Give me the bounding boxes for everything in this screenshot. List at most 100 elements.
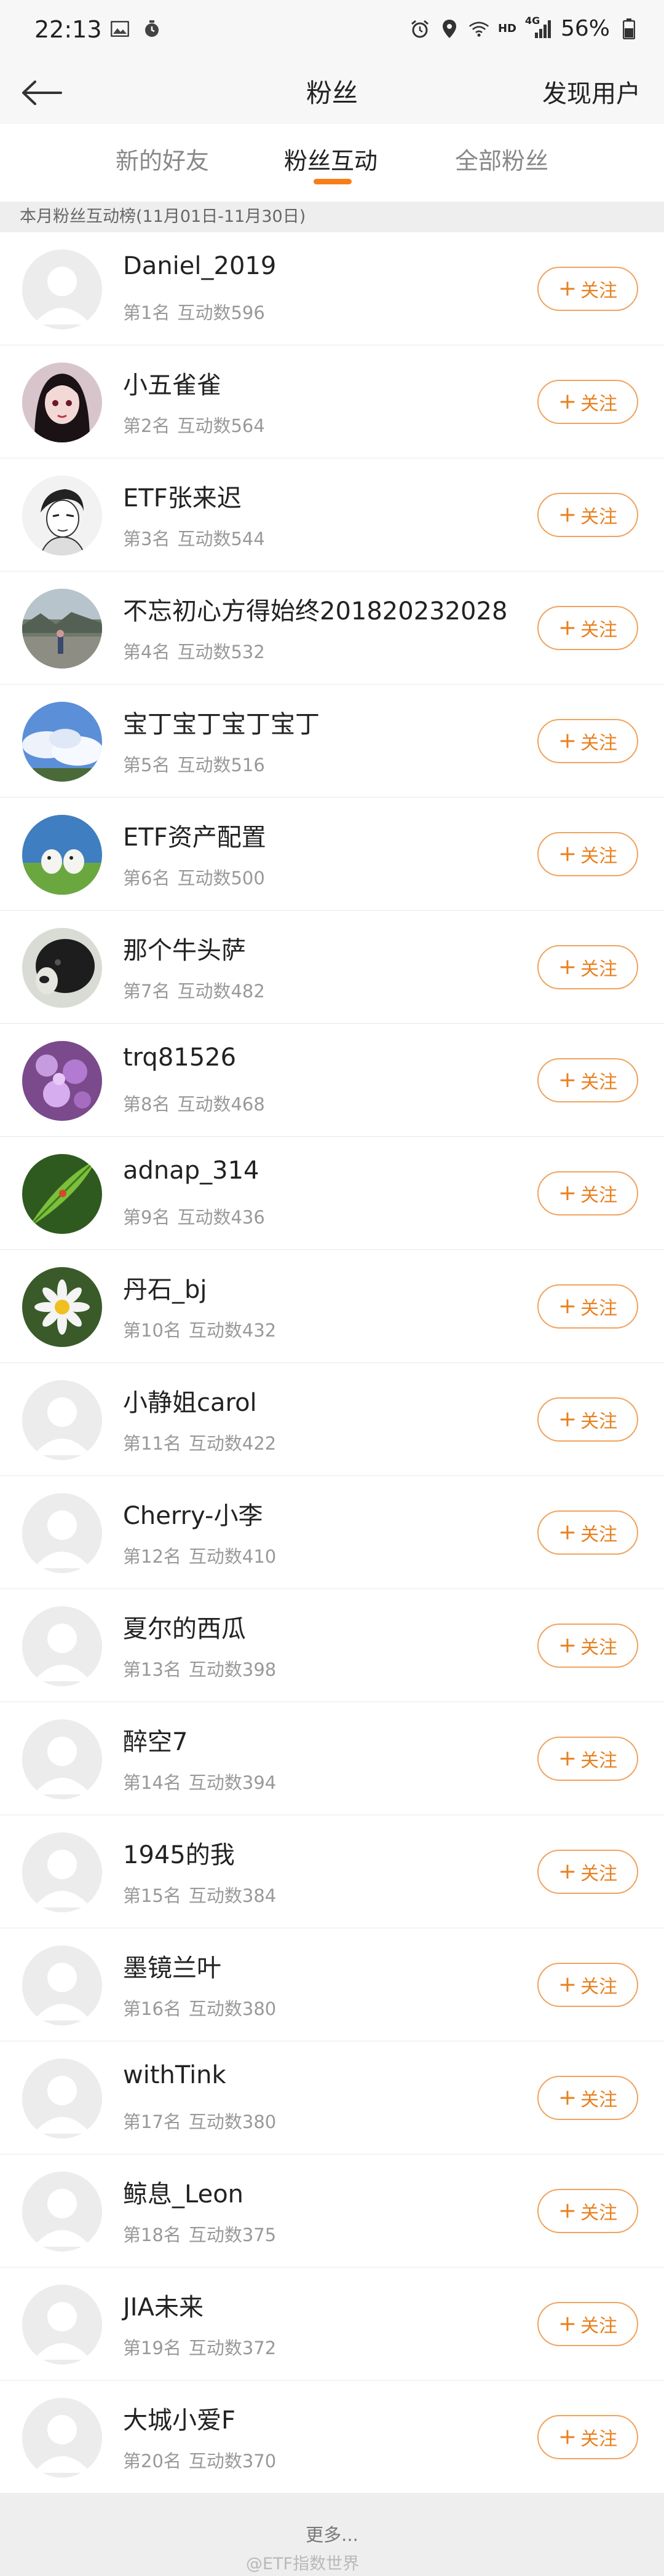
fan-name[interactable]: trq81526 bbox=[123, 1043, 236, 1072]
follow-button[interactable]: + 关注 bbox=[537, 606, 638, 650]
avatar[interactable] bbox=[22, 1606, 102, 1686]
avatar[interactable] bbox=[22, 589, 102, 669]
avatar[interactable] bbox=[22, 2059, 102, 2138]
fan-row[interactable]: 大城小爱F 第20名 互动数370 + 关注 bbox=[0, 2381, 664, 2494]
fan-name[interactable]: Cherry-小李 bbox=[123, 1496, 263, 1531]
fan-row[interactable]: JIA未来 第19名 互动数372 + 关注 bbox=[0, 2268, 664, 2381]
follow-button[interactable]: + 关注 bbox=[537, 380, 638, 424]
follow-label: 关注 bbox=[580, 732, 618, 754]
fan-row[interactable]: 那个牛头萨 第7名 互动数482 + 关注 bbox=[0, 911, 664, 1024]
follow-label: 关注 bbox=[580, 1524, 618, 1545]
fan-rank: 第17名 bbox=[123, 2111, 181, 2132]
avatar[interactable] bbox=[22, 1493, 102, 1573]
plus-icon: + bbox=[558, 1407, 577, 1432]
follow-button[interactable]: + 关注 bbox=[537, 1058, 638, 1102]
avatar[interactable] bbox=[22, 928, 102, 1008]
discover-users-button[interactable]: 发现用户 bbox=[542, 74, 641, 109]
fan-list: Daniel_2019 第1名 互动数596 + 关注 小五雀雀 第2名 互动数564 + 关注 E… bbox=[0, 232, 664, 2494]
fan-name[interactable]: 醉空7 bbox=[123, 1722, 188, 1757]
avatar[interactable] bbox=[22, 702, 102, 782]
follow-button[interactable]: + 关注 bbox=[537, 1510, 638, 1555]
follow-label: 关注 bbox=[580, 1637, 618, 1659]
avatar[interactable] bbox=[22, 1267, 102, 1347]
follow-label: 关注 bbox=[580, 1976, 618, 1998]
fan-name[interactable]: 1945的我 bbox=[123, 1835, 235, 1871]
follow-button[interactable]: + 关注 bbox=[537, 2302, 638, 2346]
avatar[interactable] bbox=[22, 476, 102, 556]
avatar[interactable] bbox=[22, 815, 102, 895]
fan-name[interactable]: 小五雀雀 bbox=[123, 365, 221, 401]
follow-button[interactable]: + 关注 bbox=[537, 267, 638, 311]
fan-row[interactable]: 醉空7 第14名 互动数394 + 关注 bbox=[0, 1702, 664, 1815]
fan-row[interactable]: 丹石_bj 第10名 互动数432 + 关注 bbox=[0, 1250, 664, 1363]
fan-name[interactable]: 鲸息_Leon bbox=[123, 2174, 243, 2210]
fan-row[interactable]: adnap_314 第9名 互动数436 + 关注 bbox=[0, 1137, 664, 1250]
follow-button[interactable]: + 关注 bbox=[537, 2076, 638, 2120]
follow-button[interactable]: + 关注 bbox=[537, 1737, 638, 1781]
follow-button[interactable]: + 关注 bbox=[537, 1397, 638, 1442]
fan-row[interactable]: ETF张来迟 第3名 互动数544 + 关注 bbox=[0, 458, 664, 571]
follow-button[interactable]: + 关注 bbox=[537, 493, 638, 537]
fan-row[interactable]: 小五雀雀 第2名 互动数564 + 关注 bbox=[0, 345, 664, 458]
avatar[interactable] bbox=[22, 1041, 102, 1121]
fan-name[interactable]: withTink bbox=[123, 2061, 226, 2089]
fan-row[interactable]: withTink 第17名 互动数380 + 关注 bbox=[0, 2041, 664, 2154]
avatar[interactable] bbox=[22, 1946, 102, 2025]
tab-all-fans[interactable]: 全部粉丝 bbox=[455, 142, 548, 176]
fan-name[interactable]: 大城小爱F bbox=[123, 2400, 235, 2436]
follow-button[interactable]: + 关注 bbox=[537, 1963, 638, 2007]
avatar[interactable] bbox=[22, 1832, 102, 1912]
fan-row[interactable]: trq81526 第8名 互动数468 + 关注 bbox=[0, 1024, 664, 1137]
fan-name[interactable]: ETF资产配置 bbox=[123, 817, 266, 853]
tab-new-friends[interactable]: 新的好友 bbox=[116, 142, 209, 176]
fan-stats: 第11名 互动数422 bbox=[123, 1429, 276, 1455]
avatar[interactable] bbox=[22, 1154, 102, 1234]
fan-row[interactable]: 不忘初心方得始终201820232028 第4名 互动数532 + 关注 bbox=[0, 571, 664, 685]
fan-rank: 第6名 bbox=[123, 868, 170, 889]
avatar[interactable] bbox=[22, 363, 102, 442]
avatar[interactable] bbox=[22, 1719, 102, 1799]
fan-row[interactable]: ETF资产配置 第6名 互动数500 + 关注 bbox=[0, 798, 664, 911]
status-time: 22:13 bbox=[34, 16, 102, 43]
fan-name[interactable]: adnap_314 bbox=[123, 1156, 259, 1185]
fan-row[interactable]: 鲸息_Leon 第18名 互动数375 + 关注 bbox=[0, 2154, 664, 2268]
fan-name[interactable]: 墨镜兰叶 bbox=[123, 1948, 221, 1984]
follow-label: 关注 bbox=[580, 2315, 618, 2337]
follow-button[interactable]: + 关注 bbox=[537, 1850, 638, 1894]
fan-name[interactable]: ETF张来迟 bbox=[123, 478, 242, 514]
tab-fan-interaction[interactable]: 粉丝互动 bbox=[284, 142, 377, 176]
fan-row[interactable]: 墨镜兰叶 第16名 互动数380 + 关注 bbox=[0, 1928, 664, 2041]
avatar[interactable] bbox=[22, 249, 102, 329]
fan-name[interactable]: Daniel_2019 bbox=[123, 252, 276, 280]
follow-button[interactable]: + 关注 bbox=[537, 945, 638, 989]
fan-name[interactable]: 丹石_bj bbox=[123, 1270, 207, 1305]
fan-interaction-count: 互动数375 bbox=[188, 2225, 277, 2245]
fan-row[interactable]: Daniel_2019 第1名 互动数596 + 关注 bbox=[0, 232, 664, 345]
follow-button[interactable]: + 关注 bbox=[537, 2415, 638, 2459]
more-button[interactable]: 更多... bbox=[0, 2521, 664, 2547]
fan-rank: 第20名 bbox=[123, 2451, 181, 2472]
fan-name[interactable]: 夏尔的西瓜 bbox=[123, 1609, 246, 1644]
follow-button[interactable]: + 关注 bbox=[537, 1171, 638, 1215]
fan-row[interactable]: 1945的我 第15名 互动数384 + 关注 bbox=[0, 1815, 664, 1928]
follow-button[interactable]: + 关注 bbox=[537, 1624, 638, 1668]
follow-button[interactable]: + 关注 bbox=[537, 2189, 638, 2233]
fan-name[interactable]: 小静姐carol bbox=[123, 1383, 257, 1418]
fan-row[interactable]: 宝丁宝丁宝丁宝丁 第5名 互动数516 + 关注 bbox=[0, 685, 664, 798]
fan-name[interactable]: 不忘初心方得始终201820232028 bbox=[123, 591, 507, 627]
fan-row[interactable]: Cherry-小李 第12名 互动数410 + 关注 bbox=[0, 1476, 664, 1589]
alarm-icon bbox=[409, 18, 430, 39]
avatar[interactable] bbox=[22, 1380, 102, 1460]
fan-row[interactable]: 小静姐carol 第11名 互动数422 + 关注 bbox=[0, 1363, 664, 1476]
fan-name[interactable]: 那个牛头萨 bbox=[123, 930, 246, 966]
fan-name[interactable]: JIA未来 bbox=[123, 2287, 204, 2323]
avatar[interactable] bbox=[22, 2398, 102, 2478]
follow-button[interactable]: + 关注 bbox=[537, 719, 638, 763]
avatar[interactable] bbox=[22, 2285, 102, 2365]
follow-button[interactable]: + 关注 bbox=[537, 832, 638, 876]
fan-stats: 第4名 互动数532 bbox=[123, 638, 265, 664]
fan-name[interactable]: 宝丁宝丁宝丁宝丁 bbox=[123, 704, 320, 740]
follow-button[interactable]: + 关注 bbox=[537, 1284, 638, 1329]
avatar[interactable] bbox=[22, 2172, 102, 2252]
fan-row[interactable]: 夏尔的西瓜 第13名 互动数398 + 关注 bbox=[0, 1589, 664, 1702]
